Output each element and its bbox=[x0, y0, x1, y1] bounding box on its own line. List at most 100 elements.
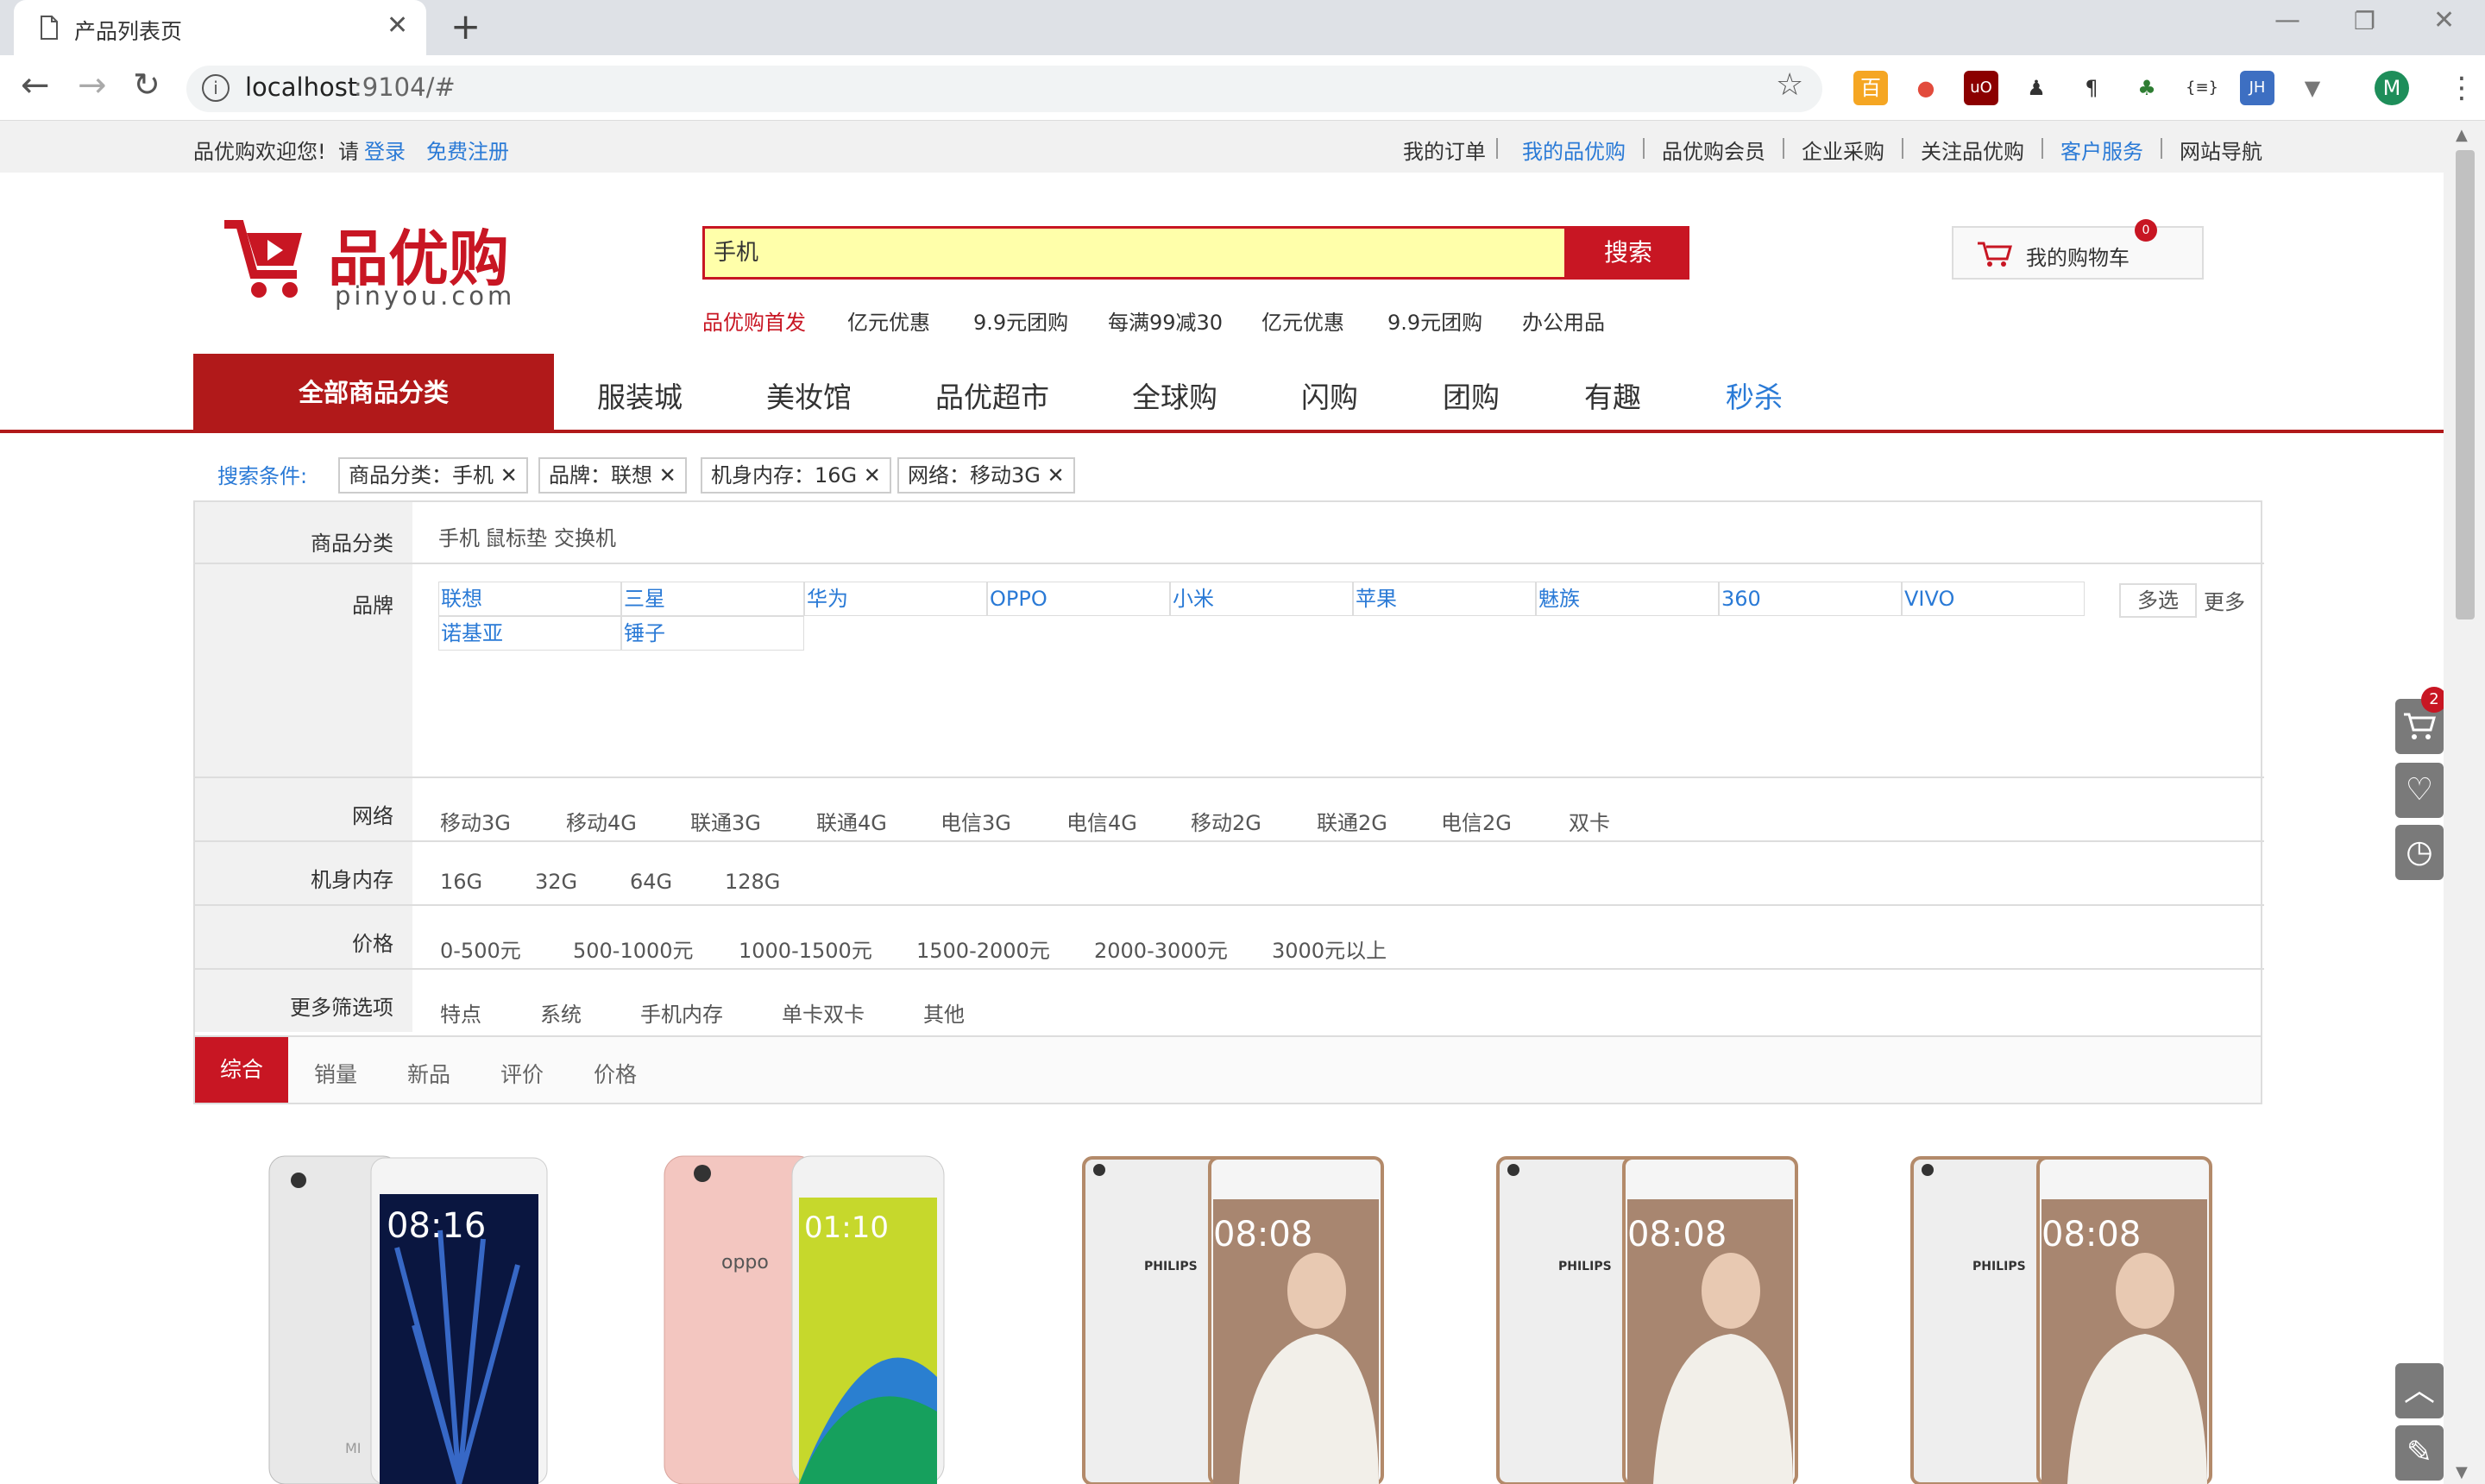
back-to-top-button[interactable]: ︿ bbox=[2395, 1363, 2444, 1418]
price-option[interactable]: 500-1000元 bbox=[573, 934, 694, 964]
hot-word[interactable]: 9.9元团购 bbox=[1387, 305, 1482, 336]
sidebar-favorites-button[interactable]: ♡ bbox=[2395, 763, 2444, 818]
profile-avatar[interactable]: M bbox=[2375, 71, 2409, 105]
sidebar-cart-button[interactable]: 2 bbox=[2395, 687, 2447, 754]
hot-word[interactable]: 每满99减30 bbox=[1108, 305, 1223, 336]
all-categories-button[interactable]: 全部商品分类 bbox=[193, 354, 554, 431]
sidebar-history-button[interactable]: ◷ bbox=[2395, 825, 2444, 880]
sort-option-active[interactable]: 综合 bbox=[195, 1037, 288, 1103]
price-option[interactable]: 3000元以上 bbox=[1272, 934, 1387, 964]
hot-word[interactable]: 亿元优惠 bbox=[847, 305, 930, 336]
multi-select-button[interactable]: 多选 bbox=[2119, 583, 2197, 618]
condition-tag[interactable]: 网络：移动3G ✕ bbox=[897, 457, 1075, 494]
address-bar[interactable]: i localhost :9104/# ☆ bbox=[186, 66, 1822, 112]
register-link[interactable]: 免费注册 bbox=[426, 135, 509, 165]
brand-option[interactable]: VIVO bbox=[1902, 582, 2085, 616]
tab-close-icon[interactable]: ✕ bbox=[387, 10, 408, 41]
minimize-icon[interactable]: — bbox=[2274, 5, 2300, 35]
hot-word[interactable]: 9.9元团购 bbox=[973, 305, 1068, 336]
network-option[interactable]: 移动2G bbox=[1191, 806, 1261, 836]
network-option[interactable]: 移动4G bbox=[566, 806, 637, 836]
my-cart-button[interactable]: 我的购物车 0 bbox=[1952, 219, 2204, 280]
more-option[interactable]: 手机内存 bbox=[640, 997, 723, 1028]
category-option[interactable]: 鼠标垫 bbox=[485, 521, 547, 551]
product-card[interactable]: oppo 01:10 bbox=[652, 1153, 963, 1484]
feedback-button[interactable]: ✎ bbox=[2395, 1425, 2444, 1481]
nav-item-seckill[interactable]: 秒杀 bbox=[1726, 374, 1783, 416]
condition-tag[interactable]: 品牌：联想 ✕ bbox=[538, 457, 687, 494]
info-icon[interactable]: i bbox=[202, 74, 230, 102]
hot-word[interactable]: 亿元优惠 bbox=[1261, 305, 1344, 336]
brand-option[interactable]: 苹果 bbox=[1353, 582, 1536, 616]
extension-orange-icon[interactable]: 百 bbox=[1853, 71, 1888, 105]
more-option[interactable]: 其他 bbox=[923, 997, 965, 1028]
topbar-link-follow[interactable]: 关注品优购 bbox=[1921, 135, 2024, 165]
topbar-link-service[interactable]: 客户服务 bbox=[2060, 135, 2143, 165]
brand-option[interactable]: 小米 bbox=[1170, 582, 1353, 616]
price-option[interactable]: 1000-1500元 bbox=[739, 934, 872, 964]
search-input[interactable]: 手机 bbox=[702, 226, 1567, 280]
topbar-link-orders[interactable]: 我的订单 bbox=[1403, 135, 1486, 165]
network-option[interactable]: 移动3G bbox=[440, 806, 511, 836]
brand-option[interactable]: 联想 bbox=[438, 582, 621, 616]
memory-option[interactable]: 64G bbox=[630, 870, 672, 894]
remove-icon[interactable]: ✕ bbox=[864, 463, 881, 487]
price-option[interactable]: 1500-2000元 bbox=[916, 934, 1050, 964]
remove-icon[interactable]: ✕ bbox=[500, 463, 518, 487]
topbar-link-sitemap[interactable]: 网站导航 bbox=[2180, 135, 2262, 165]
extension-ublock-icon[interactable]: uO bbox=[1964, 71, 1998, 105]
more-option[interactable]: 单卡双卡 bbox=[782, 997, 865, 1028]
product-card[interactable]: 08:16 MI bbox=[259, 1153, 569, 1484]
brand-option[interactable]: OPPO bbox=[987, 582, 1170, 616]
product-card[interactable]: PHILIPS 08:08 bbox=[1489, 1153, 1800, 1484]
hot-word[interactable]: 品优购首发 bbox=[702, 305, 806, 336]
brand-option[interactable]: 三星 bbox=[621, 582, 804, 616]
sort-option[interactable]: 销量 bbox=[314, 1058, 357, 1089]
network-option[interactable]: 电信3G bbox=[941, 806, 1011, 836]
browser-tab[interactable]: 产品列表页 ✕ bbox=[14, 0, 426, 55]
memory-option[interactable]: 16G bbox=[440, 870, 482, 894]
back-icon[interactable]: ← bbox=[21, 66, 50, 105]
brand-option[interactable]: 华为 bbox=[804, 582, 987, 616]
product-card[interactable]: PHILIPS 08:08 bbox=[1903, 1153, 2214, 1484]
sort-option[interactable]: 评价 bbox=[500, 1058, 544, 1089]
menu-icon[interactable]: ⋮ bbox=[2447, 71, 2476, 105]
brand-option[interactable]: 360 bbox=[1719, 582, 1902, 616]
scroll-down-icon[interactable]: ▼ bbox=[2456, 1463, 2468, 1481]
category-option[interactable]: 交换机 bbox=[554, 521, 616, 551]
remove-icon[interactable]: ✕ bbox=[1047, 463, 1065, 487]
search-button[interactable]: 搜索 bbox=[1567, 226, 1689, 280]
price-option[interactable]: 0-500元 bbox=[440, 934, 521, 964]
category-option[interactable]: 手机 bbox=[438, 521, 480, 551]
extension-paragraph-icon[interactable]: ¶ bbox=[2074, 71, 2109, 105]
nav-item-supermarket[interactable]: 品优超市 bbox=[935, 374, 1049, 416]
hot-word[interactable]: 办公用品 bbox=[1522, 305, 1605, 336]
network-option[interactable]: 双卡 bbox=[1569, 806, 1610, 836]
brand-option[interactable]: 魅族 bbox=[1536, 582, 1719, 616]
more-option[interactable]: 系统 bbox=[540, 997, 582, 1028]
memory-option[interactable]: 32G bbox=[535, 870, 577, 894]
network-option[interactable]: 电信4G bbox=[1066, 806, 1137, 836]
scroll-up-icon[interactable]: ▲ bbox=[2456, 126, 2468, 144]
restore-icon[interactable]: ❐ bbox=[2354, 7, 2375, 35]
network-option[interactable]: 电信2G bbox=[1441, 806, 1512, 836]
nav-item-beauty[interactable]: 美妆馆 bbox=[766, 374, 852, 416]
nav-item-fun[interactable]: 有趣 bbox=[1584, 374, 1641, 416]
brand-option[interactable]: 锤子 bbox=[621, 616, 804, 651]
topbar-link-member[interactable]: 品优购会员 bbox=[1662, 135, 1765, 165]
new-tab-icon[interactable]: + bbox=[450, 5, 481, 47]
reload-icon[interactable]: ↻ bbox=[133, 66, 160, 104]
extension-location-icon[interactable]: ● bbox=[1909, 71, 1943, 105]
condition-tag[interactable]: 机身内存：16G ✕ bbox=[701, 457, 891, 494]
brand-option[interactable]: 诺基亚 bbox=[438, 616, 621, 651]
remove-icon[interactable]: ✕ bbox=[659, 463, 676, 487]
bookmark-star-icon[interactable]: ☆ bbox=[1776, 67, 1803, 103]
scrollbar-thumb[interactable] bbox=[2456, 150, 2475, 619]
price-option[interactable]: 2000-3000元 bbox=[1094, 934, 1228, 964]
forward-icon[interactable]: → bbox=[78, 66, 107, 105]
condition-tag[interactable]: 商品分类：手机 ✕ bbox=[338, 457, 528, 494]
extension-json-icon[interactable]: {≡} bbox=[2185, 71, 2219, 105]
extension-jh-icon[interactable]: JH bbox=[2240, 71, 2274, 105]
topbar-link-enterprise[interactable]: 企业采购 bbox=[1802, 135, 1884, 165]
network-option[interactable]: 联通2G bbox=[1317, 806, 1387, 836]
